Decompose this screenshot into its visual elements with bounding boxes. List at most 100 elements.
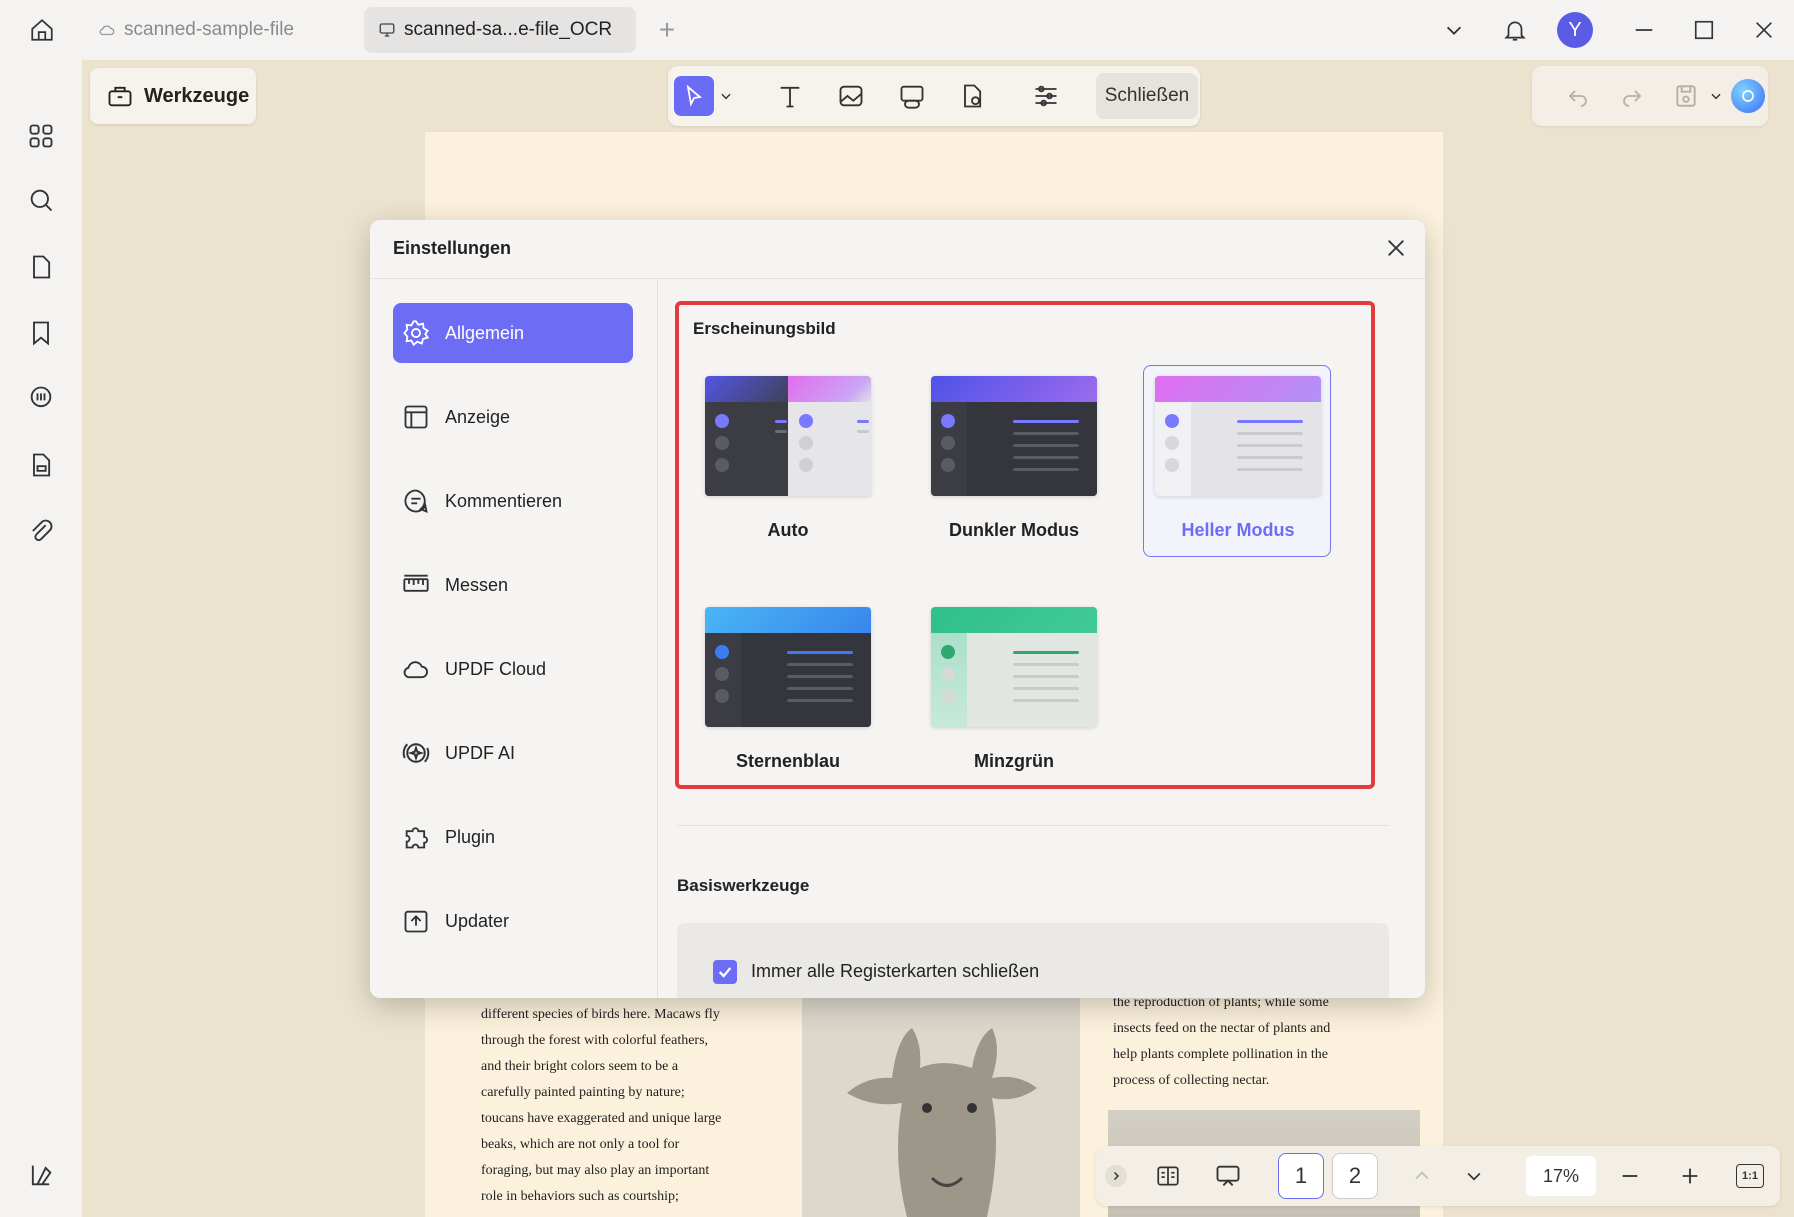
nav-item-updater[interactable]: Updater	[393, 891, 633, 951]
presentation-icon[interactable]	[1208, 1156, 1248, 1196]
zoom-out-button[interactable]	[1610, 1156, 1650, 1196]
link-tool[interactable]	[892, 76, 932, 116]
monitor-icon	[378, 21, 396, 39]
nav-label: Allgemein	[445, 322, 525, 343]
reading-mode-icon[interactable]	[1148, 1156, 1188, 1196]
toolbox-icon	[106, 82, 134, 110]
theme-starblue[interactable]: Sternenblau	[693, 596, 881, 788]
nav-item-messen[interactable]: Messen	[393, 555, 633, 615]
close-window-button[interactable]	[1744, 10, 1784, 50]
ai-icon	[401, 738, 431, 768]
settings-nav: Allgemein Anzeige Kommentieren Messen UP…	[370, 279, 658, 998]
comment-icon[interactable]	[21, 378, 61, 418]
settings-sliders-icon[interactable]	[1026, 76, 1066, 116]
bell-icon[interactable]	[1495, 10, 1535, 50]
nav-item-allgemein[interactable]: Allgemein	[393, 303, 633, 363]
new-tab-button[interactable]: +	[652, 14, 682, 46]
nav-item-kommentieren[interactable]: Kommentieren	[393, 471, 633, 531]
history-toolbar	[1532, 66, 1768, 126]
page-1-button[interactable]: 1	[1278, 1153, 1324, 1199]
nav-item-plugin[interactable]: Plugin	[393, 807, 633, 867]
page-navigation-bar: 1 2 17% 1:1	[1096, 1146, 1780, 1206]
bookmark-icon[interactable]	[21, 313, 61, 353]
chevron-down-icon[interactable]	[1434, 10, 1474, 50]
appearance-title: Erscheinungsbild	[693, 319, 836, 338]
grid-icon[interactable]	[21, 116, 61, 156]
page-2-button[interactable]: 2	[1332, 1153, 1378, 1199]
tab-scanned-sample-file-ocr[interactable]: scanned-sa...e-file_OCR	[364, 7, 636, 53]
expand-icon[interactable]	[1104, 1156, 1128, 1196]
zoom-level[interactable]: 17%	[1526, 1156, 1596, 1196]
search-icon[interactable]	[21, 180, 61, 220]
chevron-down-icon[interactable]	[1706, 76, 1726, 116]
comment-icon	[401, 486, 431, 516]
text-line: through the forest with colorful feather…	[481, 1033, 709, 1048]
layers-icon[interactable]	[21, 1155, 61, 1195]
theme-light-preview	[1155, 376, 1321, 496]
page-icon[interactable]	[21, 247, 61, 287]
divider	[677, 825, 1389, 826]
home-icon[interactable]	[22, 12, 62, 48]
avatar: Y	[1557, 12, 1593, 48]
theme-label: Heller Modus	[1181, 520, 1295, 540]
undo-icon[interactable]	[1558, 76, 1598, 116]
theme-auto-preview	[705, 376, 871, 496]
actual-size-button[interactable]: 1:1	[1730, 1156, 1770, 1196]
theme-mint[interactable]: Minzgrün	[919, 596, 1107, 788]
text-line: process of collecting nectar.	[1113, 1073, 1270, 1088]
title-bar: scanned-sample-file scanned-sa...e-file_…	[0, 0, 1794, 60]
basic-tools-title: Basiswerkzeuge	[677, 876, 810, 895]
chevron-up-icon[interactable]	[1402, 1156, 1442, 1196]
text-line: beaks, which are not only a tool for	[481, 1137, 680, 1152]
text-tool[interactable]	[770, 76, 810, 116]
update-icon	[401, 906, 431, 936]
text-line: toucans have exaggerated and unique larg…	[481, 1111, 722, 1126]
select-tool[interactable]	[674, 76, 714, 116]
theme-dark-preview	[931, 376, 1097, 496]
close-all-tabs-checkbox[interactable]	[713, 960, 737, 984]
theme-auto[interactable]: Auto	[693, 365, 881, 557]
nav-item-updf-cloud[interactable]: UPDF Cloud	[393, 639, 633, 699]
ai-assistant-icon[interactable]	[1728, 76, 1768, 116]
ruler-icon	[401, 570, 431, 600]
tools-label: Werkzeuge	[144, 84, 250, 107]
layout-icon	[401, 402, 431, 432]
nav-label: Messen	[445, 574, 509, 595]
close-edit-button[interactable]: Schließen	[1096, 73, 1198, 119]
image-tool[interactable]	[831, 76, 871, 116]
puzzle-icon	[401, 822, 431, 852]
dialog-title: Einstellungen	[393, 238, 512, 258]
theme-label: Dunkler Modus	[948, 520, 1079, 540]
nav-label: Kommentieren	[445, 490, 563, 511]
chevron-down-icon[interactable]	[714, 76, 738, 116]
tab-scanned-sample-file[interactable]: scanned-sample-file	[84, 7, 354, 53]
nav-item-anzeige[interactable]: Anzeige	[393, 387, 633, 447]
cloud-icon	[401, 654, 431, 684]
watermark-tool[interactable]	[952, 76, 992, 116]
save-icon[interactable]	[1666, 76, 1706, 116]
theme-light[interactable]: Heller Modus	[1143, 365, 1331, 557]
text-line: and their bright colors seem to be a	[481, 1059, 679, 1074]
nav-label: Updater	[445, 910, 510, 931]
settings-dialog: Einstellungen Allgemein Anzeige Kommenti…	[370, 220, 1425, 998]
document-text-right: the reproduction of plants; while some i…	[1113, 990, 1330, 1094]
theme-label: Minzgrün	[974, 751, 1054, 771]
theme-starblue-preview	[705, 607, 871, 727]
nav-label: Plugin	[445, 826, 496, 847]
gear-icon	[401, 318, 431, 348]
attachment-icon[interactable]	[21, 511, 61, 551]
document-icon[interactable]	[21, 445, 61, 485]
chevron-down-icon[interactable]	[1454, 1156, 1494, 1196]
theme-dark[interactable]: Dunkler Modus	[919, 365, 1107, 557]
minimize-button[interactable]	[1624, 10, 1664, 50]
settings-content: Erscheinungsbild Auto Dunkler Modus Hell…	[659, 279, 1425, 998]
actual-size-label: 1:1	[1736, 1164, 1764, 1188]
user-avatar[interactable]: Y	[1555, 10, 1595, 50]
tools-button[interactable]: Werkzeuge	[90, 68, 256, 124]
close-icon[interactable]	[1384, 236, 1408, 260]
zoom-in-button[interactable]	[1670, 1156, 1710, 1196]
text-line: role in behaviors such as courtship;	[481, 1189, 679, 1204]
nav-item-updf-ai[interactable]: UPDF AI	[393, 723, 633, 783]
maximize-button[interactable]	[1684, 10, 1724, 50]
redo-icon[interactable]	[1612, 76, 1652, 116]
